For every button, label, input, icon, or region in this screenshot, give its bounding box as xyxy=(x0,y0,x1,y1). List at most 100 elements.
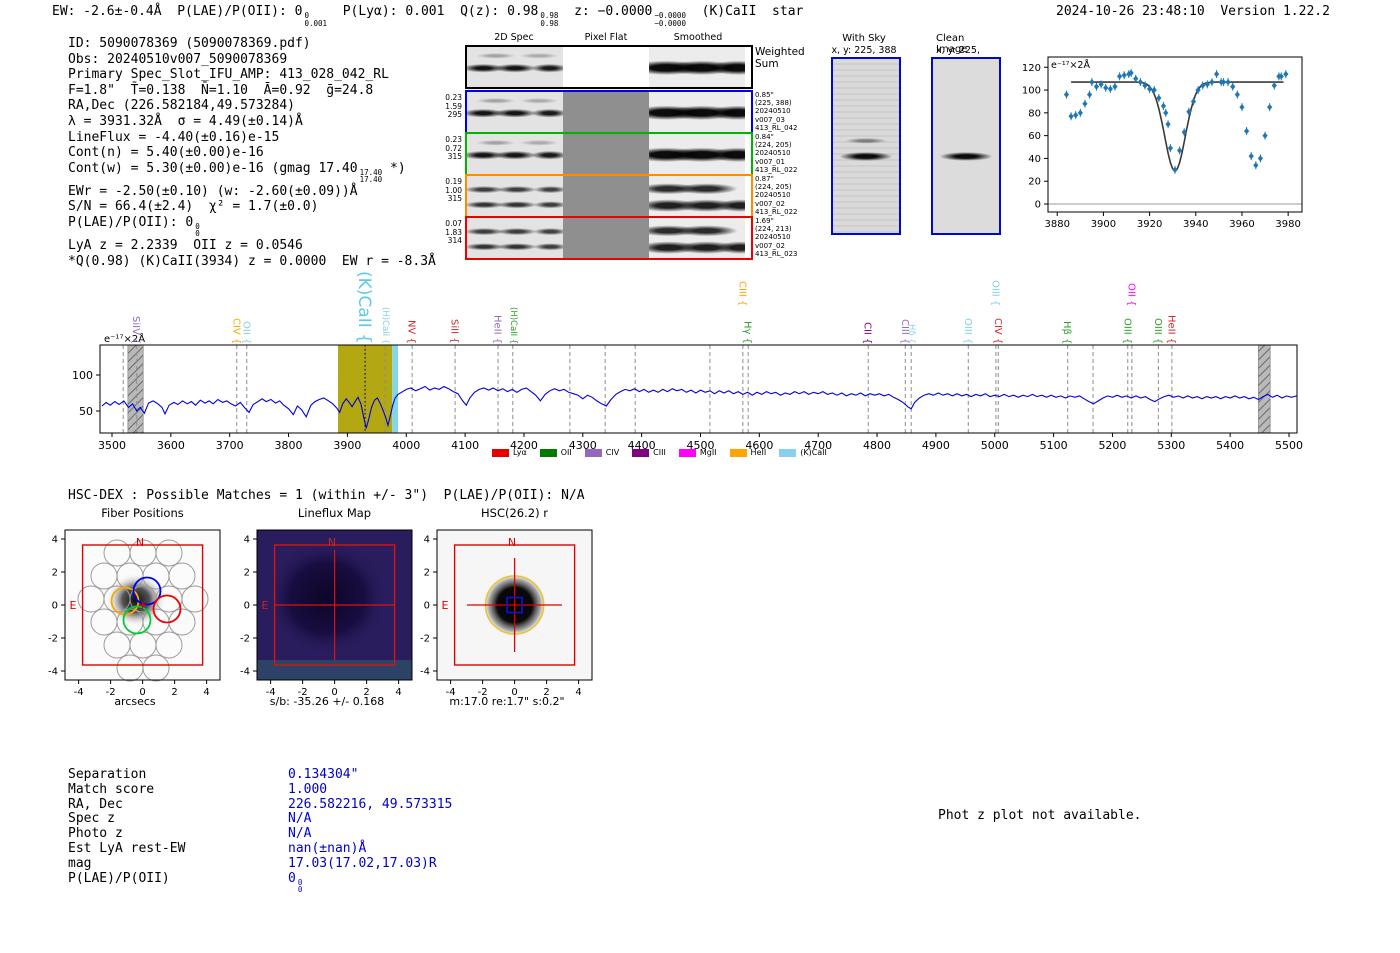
data-point xyxy=(1073,112,1078,118)
catalog-match-table: Separation0.134304"Match score1.000RA, D… xyxy=(68,768,452,894)
emission-line-label: SiIV { xyxy=(130,316,141,344)
cutout-column-header: Smoothed xyxy=(674,32,723,43)
cutout-right-value: 20240510 xyxy=(755,107,798,115)
plot-frame xyxy=(100,345,1297,433)
super-subscript: 17.4017.40 xyxy=(358,169,383,184)
table-row: Est LyA rest-EWnan(±nan)Å xyxy=(68,842,452,857)
data-point xyxy=(1214,71,1219,77)
table-row: Photo zN/A xyxy=(68,827,452,842)
table-row-value: N/A xyxy=(288,827,311,842)
emission-line-label: OIII { xyxy=(1152,318,1163,344)
tick-label: 3980 xyxy=(1275,219,1300,230)
super-subscript: 00 xyxy=(193,223,200,238)
detection-info-block: ID: 5090078369 (5090078369.pdf)Obs: 2024… xyxy=(68,36,436,269)
spectrum-legend: LyαOIICIVCIIIMgIIHeII(K)CaII xyxy=(492,448,827,457)
tick-label: 3800 xyxy=(275,439,303,452)
table-row: RA, Dec226.582216, 49.573315 xyxy=(68,798,452,813)
legend-swatch xyxy=(779,449,796,457)
cutout-row-right-labels: 1.69"(224, 213)20240510v007_02413_RL_023 xyxy=(755,217,798,258)
hsc-dex-match-line: HSC-DEX : Possible Matches = 1 (within +… xyxy=(68,488,585,503)
table-row-label: mag xyxy=(68,857,288,872)
legend-item: CIII xyxy=(632,448,666,457)
tick-label: -2 xyxy=(420,634,430,645)
header-segment: P(Lyα): 0.001 xyxy=(327,4,444,19)
tick-label: 0 xyxy=(244,601,250,612)
sky-panel-image xyxy=(931,57,1001,235)
cutout-image-2dspec xyxy=(467,218,563,258)
info-line-text: LyA z = 2.2339 OII z = 0.0546 xyxy=(68,238,303,253)
cutout-row xyxy=(465,90,753,134)
cutout-image-2dspec xyxy=(467,92,563,132)
data-point xyxy=(1230,83,1235,89)
cutout-image-2dspec xyxy=(467,47,563,87)
info-line: F=1.8" T̄=0.138 N̄=1.10 Ā=0.92 ḡ=24.8 xyxy=(68,83,436,99)
tick-label: -4 xyxy=(48,667,58,678)
sky-panel-title: With Sky xyxy=(842,33,886,44)
data-point xyxy=(1172,167,1177,173)
info-line: P(LAE)/P(OII): 000 xyxy=(68,215,436,238)
super-subscript: 00.001 xyxy=(302,12,327,27)
super-subscript: 00 xyxy=(296,879,303,894)
super-subscript: 0.980.98 xyxy=(538,12,558,27)
data-point xyxy=(1064,91,1069,97)
tick-label: 4100 xyxy=(451,439,479,452)
info-line: RA,Dec (226.582184,49.573284) xyxy=(68,98,436,114)
cutout-right-value: (224, 205) xyxy=(755,183,798,191)
tick-label: 2 xyxy=(424,568,430,579)
info-line: EWr = -2.50(±0.10) (w: -2.60(±0.09))Å xyxy=(68,184,436,200)
map-svg: NE-4-2024420-2-4 xyxy=(40,520,230,706)
cutout-right-value: v007_02 xyxy=(755,200,798,208)
emission-line-label: Hγ { xyxy=(742,321,753,344)
emission-line-label: OII { xyxy=(1125,283,1136,306)
table-row-label: Separation xyxy=(68,768,288,783)
map-title: Fiber Positions xyxy=(65,506,220,520)
cutout-right-value: (224, 213) xyxy=(755,225,798,233)
data-point xyxy=(1122,72,1127,78)
info-line: λ = 3931.32Å σ = 4.49(±0.14)Å xyxy=(68,114,436,130)
tick-label: 4900 xyxy=(922,439,950,452)
table-row-value: 226.582216, 49.573315 xyxy=(288,798,452,813)
tick-label: -4 xyxy=(420,667,430,678)
info-line-text: S/N = 66.4(±2.4) χ² = 1.7(±0.0) xyxy=(68,199,318,214)
cutout-row-right-labels: WeightedSum xyxy=(755,46,805,70)
phot-z-note: Phot z plot not available. xyxy=(938,808,1142,823)
cutout-right-value: 0.85" xyxy=(755,91,798,99)
data-point xyxy=(1147,86,1152,92)
cutout-right-value: 0.84" xyxy=(755,133,798,141)
cutout-right-value: 20240510 xyxy=(755,149,798,157)
legend-item: CIV xyxy=(585,448,619,457)
tick-label: 5200 xyxy=(1098,439,1126,452)
map-panel-1: Lineflux MapNE-4-2024420-2-4s/b: -35.26 … xyxy=(232,506,422,721)
subscript: 0.98 xyxy=(540,20,558,28)
cutout-right-value: 1.69" xyxy=(755,217,798,225)
emission-line-label: OII { xyxy=(240,321,251,344)
cutout-left-value: 314 xyxy=(440,237,462,246)
compass-east: E xyxy=(70,599,77,612)
cutout-column-header: Pixel Flat xyxy=(585,32,628,43)
emission-line-label: HeII { xyxy=(492,315,503,344)
emission-line-label: NV { xyxy=(406,320,417,344)
subscript: −0.0000 xyxy=(654,20,686,28)
tick-label: 0 xyxy=(52,601,58,612)
header-segment: P(LAE)/P(OII): 0 xyxy=(162,4,303,19)
legend-item: MgII xyxy=(679,448,717,457)
data-point xyxy=(1161,103,1166,109)
data-point xyxy=(1078,110,1083,116)
table-row: mag17.03(17.02,17.03)R xyxy=(68,857,452,872)
cutout-maps-row: Fiber PositionsNE-4-2024420-2-4arcsecsLi… xyxy=(0,506,700,721)
cutout-right-value: 413_RL_023 xyxy=(755,250,798,258)
emission-line-label: (H)CaII { xyxy=(380,307,390,344)
map-title: Lineflux Map xyxy=(257,506,412,520)
emission-line-label: SiII { xyxy=(449,319,460,344)
cutout-right-value: Weighted xyxy=(755,46,805,58)
legend-label: OII xyxy=(561,448,572,457)
data-point xyxy=(1094,83,1099,89)
masked-band xyxy=(1258,345,1270,433)
cutout-right-value: 413_RL_022 xyxy=(755,208,798,216)
cutout-right-value: Sum xyxy=(755,58,805,70)
compass-north: N xyxy=(328,536,336,549)
cutout-right-value: v007_02 xyxy=(755,242,798,250)
emission-line-label: HeII { xyxy=(1165,315,1176,344)
subscript: 0 xyxy=(298,886,303,894)
table-row: Match score1.000 xyxy=(68,783,452,798)
